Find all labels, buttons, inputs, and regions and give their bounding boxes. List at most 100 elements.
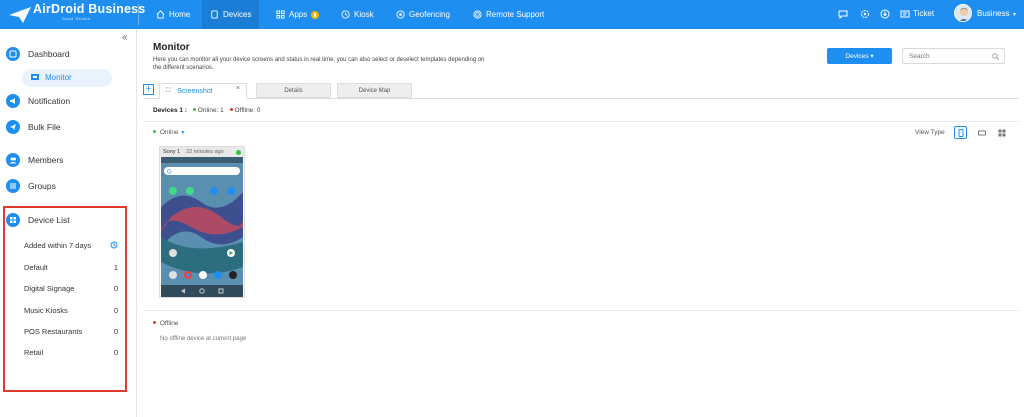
page-title: Monitor [153,42,190,53]
search-box[interactable] [902,48,1005,64]
device-card-header: Sony 1 22 minutes ago [160,147,244,157]
nav-remote-support-label: Remote Support [486,10,545,19]
device-list-item-label: Added within 7 days [24,241,92,250]
logo-title: AirDroid Business [33,2,146,16]
fullscreen-icon[interactable]: ⛶ [166,88,170,95]
nav-apps[interactable]: Apps [268,0,327,29]
user-menu-chevron-icon[interactable]: ▾ [1013,11,1016,18]
device-list-item[interactable]: POS Restaurants 0 [24,327,118,336]
device-list-item-count: 0 [113,306,118,315]
nav-devices[interactable]: Devices [202,0,260,29]
user-avatar[interactable] [954,4,972,22]
device-list-item-label: Digital Signage [24,284,75,293]
tab-details[interactable]: Details [256,83,331,98]
add-tab-button[interactable]: + [143,84,154,95]
remote-support-icon [473,10,482,19]
nav-home[interactable]: Home [148,0,198,29]
devices-total: Devices 1 : [153,107,187,114]
nav-geofencing[interactable]: Geofencing [388,0,458,29]
page-description: Here you can monitor all your device scr… [153,57,485,71]
sidebar-item-device-list[interactable]: Device List [6,212,70,228]
device-list-item[interactable]: Music Kiosks 0 [24,306,118,315]
view-type-grid-button[interactable] [995,126,1008,139]
nav-home-label: Home [169,10,191,19]
sidebar-item-members[interactable]: Members [6,152,63,168]
sidebar-item-label: Groups [28,181,56,191]
view-type-landscape-button[interactable] [975,126,988,139]
main-content: Monitor Here you can monitor all your de… [138,29,1024,417]
online-count: Online: 1 [197,107,224,114]
view-type-label: View Type [915,129,945,136]
device-list-item-label: Default [24,263,48,272]
sidebar-item-label: Dashboard [28,49,70,59]
home-icon [156,10,165,19]
sidebar-item-notification[interactable]: Notification [6,93,70,109]
airdroid-logo[interactable] [8,4,32,26]
top-navigation-bar: AirDroid Business Sand Studio Home Devic… [0,0,1024,29]
notification-icon [6,94,20,108]
device-list-item[interactable]: Default 1 [24,263,118,272]
device-list-item-label: POS Restaurants [24,327,83,336]
tab-screenshot[interactable]: ⛶ Screenshot [159,83,247,99]
sidebar-item-bulk-file[interactable]: Bulk File [6,119,61,135]
nav-kiosk[interactable]: Kiosk [333,0,382,29]
device-list-item-count: 0 [113,327,118,336]
nav-devices-label: Devices [223,10,252,19]
bulk-file-icon [6,120,20,134]
ticket-icon[interactable] [900,9,910,19]
svg-text:G: G [167,170,172,176]
device-list-item[interactable]: Digital Signage 0 [24,284,118,293]
device-list-item-count: 1 [113,263,118,272]
offline-empty-message: No offline device at current page [160,336,247,342]
device-card[interactable]: Sony 1 22 minutes ago G [159,146,245,298]
sidebar-item-label: Notification [28,96,71,106]
nav-kiosk-label: Kiosk [354,10,374,19]
members-icon [6,153,20,167]
divider [143,310,1019,311]
dashboard-icon [6,47,20,61]
sidebar-item-label: Bulk File [28,122,61,132]
paper-plane-logo-icon [9,7,31,23]
header-divider [138,4,139,25]
offline-section-label: Offline [153,320,178,327]
nav-remote-support[interactable]: Remote Support [465,0,552,29]
apps-badge-icon [311,10,320,19]
sidebar-collapse-icon[interactable]: « [122,32,128,43]
device-list-item[interactable]: Retail 0 [24,348,118,357]
device-list-item-label: Music Kiosks [24,306,68,315]
nav-apps-label: Apps [289,10,308,19]
online-dot-icon [153,130,156,134]
grid-icon [998,129,1005,136]
device-screenshot[interactable]: G [161,157,243,297]
sidebar-item-dashboard[interactable]: Dashboard [6,46,70,62]
sidebar-item-label: Members [28,155,64,165]
settings-gear-icon[interactable] [860,9,870,19]
offline-label: Offline [159,320,179,327]
search-input[interactable] [909,52,989,60]
sidebar-item-monitor[interactable]: Monitor [45,73,72,82]
chevron-down-icon: ▼ [180,130,186,136]
offline-count: Offline: 0 [234,107,261,114]
view-type-portrait-button[interactable] [954,126,967,139]
device-list-item[interactable]: Added within 7 days [24,241,118,250]
tab-close-icon[interactable]: × [236,85,240,92]
message-icon[interactable] [838,9,848,19]
devices-icon [211,10,218,19]
sidebar-item-label: Device List [28,215,70,225]
ticket-label[interactable]: Ticket [913,9,934,18]
download-icon[interactable] [880,9,890,19]
tab-device-map[interactable]: Device Map [337,83,412,98]
online-section-toggle[interactable]: Online ▼ [153,129,185,136]
devices-dropdown-button[interactable]: Devices ▾ [827,48,892,64]
search-icon[interactable] [992,53,999,60]
online-section-label: Online [159,129,179,136]
kiosk-icon [341,10,350,19]
divider [143,121,1019,122]
sidebar-item-groups[interactable]: Groups [6,178,56,194]
android-home-screen-image: G [161,157,243,297]
device-counts: Devices 1 : Online: 1 Offline: 0 [153,107,261,114]
device-list-item-count: 0 [113,348,118,357]
phone-landscape-icon [977,130,986,135]
user-name-label[interactable]: Business [977,9,1009,18]
device-name: Sony 1 [163,149,181,155]
